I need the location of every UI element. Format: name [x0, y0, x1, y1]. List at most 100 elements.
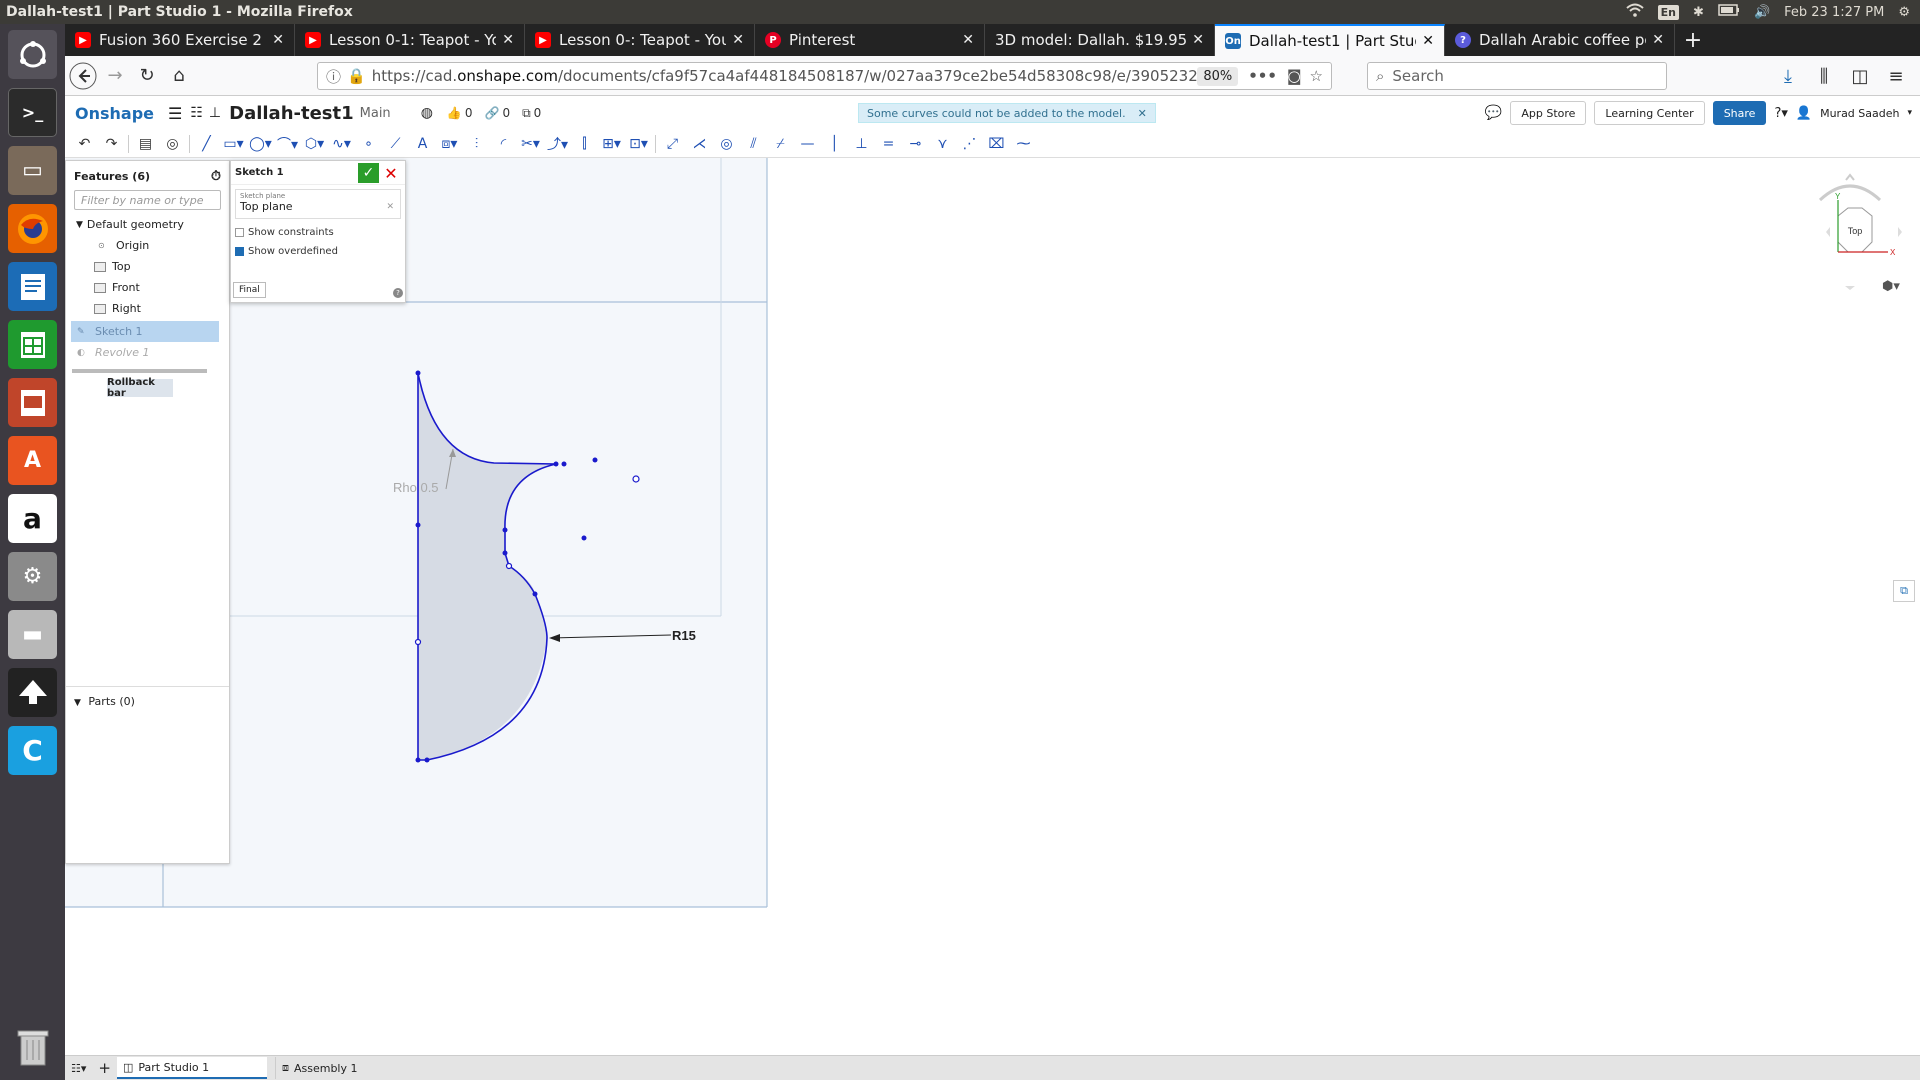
close-icon[interactable]: ✕	[272, 32, 284, 48]
tab-manager-icon[interactable]: ☷▾	[65, 1057, 92, 1079]
browser-tab[interactable]: 3D model: Dallah. $19.95 [b ✕	[985, 24, 1215, 56]
version-graph-icon[interactable]: ⊥	[209, 105, 221, 121]
bluetooth-icon[interactable]: ✱	[1693, 5, 1704, 20]
tab-assembly-1[interactable]: ⧈ Assembly 1	[274, 1057, 435, 1079]
impress-icon[interactable]	[8, 378, 57, 427]
firefox-icon[interactable]	[8, 204, 57, 253]
close-icon[interactable]: ✕	[732, 32, 744, 48]
show-overdefined-checkbox[interactable]: Show overdefined	[235, 246, 405, 257]
add-tab-button[interactable]: +	[92, 1057, 117, 1079]
rho-dimension[interactable]: Rho 0.5	[393, 480, 439, 495]
likes-counter[interactable]: 👍 0	[447, 106, 473, 120]
undo-icon[interactable]: ↶	[71, 132, 98, 156]
close-icon[interactable]: ✕	[1652, 32, 1664, 48]
new-tab-button[interactable]: +	[1675, 24, 1711, 56]
clipboard-icon[interactable]: ▤	[132, 132, 159, 156]
comments-icon[interactable]: 💬	[1485, 105, 1502, 121]
symmetric-icon[interactable]: ⌧	[983, 132, 1010, 156]
history-clock-icon[interactable]: ⏱	[211, 169, 221, 184]
chevron-down-icon[interactable]: ▼	[74, 698, 81, 708]
polygon-tool-icon[interactable]: ⬡▾	[301, 132, 328, 156]
parts-section[interactable]: ▼ Parts (0)	[66, 686, 229, 716]
appearance-panel-icon[interactable]: ⧉	[1893, 580, 1915, 602]
user-avatar-icon[interactable]: 👤	[1796, 106, 1812, 121]
page-actions-icon[interactable]: •••	[1248, 67, 1277, 85]
rollback-bar[interactable]: Rollback bar	[107, 377, 173, 399]
software-center-icon[interactable]: A	[8, 436, 57, 485]
trash-icon[interactable]	[8, 1022, 57, 1071]
horizontal-icon[interactable]: —	[794, 132, 821, 156]
sketch-point[interactable]	[502, 550, 508, 556]
view-options-icon[interactable]: ⬢▾	[1882, 278, 1900, 293]
home-button[interactable]: ⌂	[163, 60, 195, 92]
wifi-icon[interactable]	[1626, 3, 1644, 21]
copies-counter[interactable]: ⧉ 0	[522, 106, 541, 121]
midpoint-icon[interactable]: ⊸	[902, 132, 929, 156]
sketch-plane-field[interactable]: Sketch plane Top plane ✕	[235, 189, 401, 219]
checkbox-unchecked[interactable]	[235, 228, 244, 237]
offset-tool-icon[interactable]: ⧈▾	[436, 132, 463, 156]
radius-dimension[interactable]: R15	[672, 628, 696, 643]
download-icon[interactable]: ⤓	[1772, 60, 1804, 92]
feature-revolve-1[interactable]: ◐ Revolve 1	[66, 342, 229, 363]
library-icon[interactable]: ⫼	[1808, 60, 1840, 92]
pattern-tool-icon[interactable]: ⊞▾	[598, 132, 625, 156]
sketch-point[interactable]	[505, 562, 513, 570]
chevron-down-icon[interactable]: ▼	[76, 220, 83, 230]
fillet-tool-icon[interactable]: ◜	[490, 132, 517, 156]
system-settings-icon[interactable]: ⚙	[8, 552, 57, 601]
feature-front-plane[interactable]: Front	[66, 277, 229, 298]
browser-tab[interactable]: ▶ Lesson 0-1: Teapot - YouT ✕	[295, 24, 525, 56]
feature-sketch-1[interactable]: ✎ Sketch 1	[71, 321, 219, 342]
equal-icon[interactable]: =	[875, 132, 902, 156]
circle-tool-icon[interactable]: ◯▾	[247, 132, 274, 156]
sketch-point[interactable]	[502, 527, 508, 533]
cancel-button[interactable]: ✕	[381, 163, 401, 183]
feature-origin[interactable]: ⊙ Origin	[66, 235, 229, 256]
pocket-icon[interactable]: ◙	[1287, 67, 1302, 85]
info-icon[interactable]: ⓘ	[326, 66, 341, 87]
browser-tab-active[interactable]: On Dallah-test1 | Part Studio ✕	[1215, 24, 1445, 56]
pierce-icon[interactable]: ⋰	[956, 132, 983, 156]
onshape-logo[interactable]: Onshape	[65, 104, 154, 123]
browser-tab[interactable]: ▶ Fusion 360 Exercise 2 PC ✕	[65, 24, 295, 56]
disk-drive-icon[interactable]: ▬	[8, 610, 57, 659]
sketch-point[interactable]	[415, 370, 421, 376]
links-counter[interactable]: 🔗 0	[485, 106, 511, 120]
close-icon[interactable]: ✕	[1422, 33, 1434, 49]
trim-tool-icon[interactable]: ✂▾	[517, 132, 544, 156]
mirror-tool-icon[interactable]: ⫶	[463, 132, 490, 156]
feature-filter-input[interactable]: Filter by name or type	[74, 190, 221, 210]
sketch-point[interactable]	[592, 457, 598, 463]
point-tool-icon[interactable]: ∘	[355, 132, 382, 156]
share-button[interactable]: Share	[1712, 101, 1767, 125]
rectangle-tool-icon[interactable]: ▭▾	[220, 132, 247, 156]
feature-right-plane[interactable]: Right	[66, 298, 229, 319]
keyboard-language-indicator[interactable]: En	[1657, 4, 1680, 20]
coincident-icon[interactable]: ⋌	[686, 132, 713, 156]
sketch-point[interactable]	[414, 638, 422, 646]
volume-icon[interactable]: 🔊	[1754, 5, 1770, 20]
concentric-icon[interactable]: ◎	[713, 132, 740, 156]
battery-icon[interactable]	[1718, 4, 1740, 20]
chevron-down-icon[interactable]: ▾	[1907, 108, 1912, 118]
show-constraints-checkbox[interactable]: Show constraints	[235, 227, 405, 238]
normal-icon[interactable]: ⋎	[929, 132, 956, 156]
rollback-bar-line[interactable]	[72, 369, 207, 373]
sidebar-icon[interactable]: ◫	[1844, 60, 1876, 92]
perpendicular-icon[interactable]: ⊥	[848, 132, 875, 156]
reload-button[interactable]: ↻	[131, 60, 163, 92]
terminal-icon[interactable]: >_	[8, 88, 57, 137]
vertical-icon[interactable]: │	[821, 132, 848, 156]
help-icon[interactable]: ?	[393, 288, 403, 298]
browser-tab[interactable]: P Pinterest ✕	[755, 24, 985, 56]
sketch-point[interactable]	[581, 535, 587, 541]
final-button[interactable]: Final	[233, 282, 266, 298]
clear-icon[interactable]: ✕	[386, 202, 394, 212]
rotate-arc[interactable]	[1818, 184, 1882, 202]
rotate-up-icon[interactable]	[1845, 173, 1855, 181]
rotate-left-icon[interactable]	[1826, 227, 1830, 237]
calc-icon[interactable]	[8, 320, 57, 369]
split-tool-icon[interactable]: ⫿	[571, 132, 598, 156]
rotate-down-icon[interactable]	[1845, 286, 1855, 290]
